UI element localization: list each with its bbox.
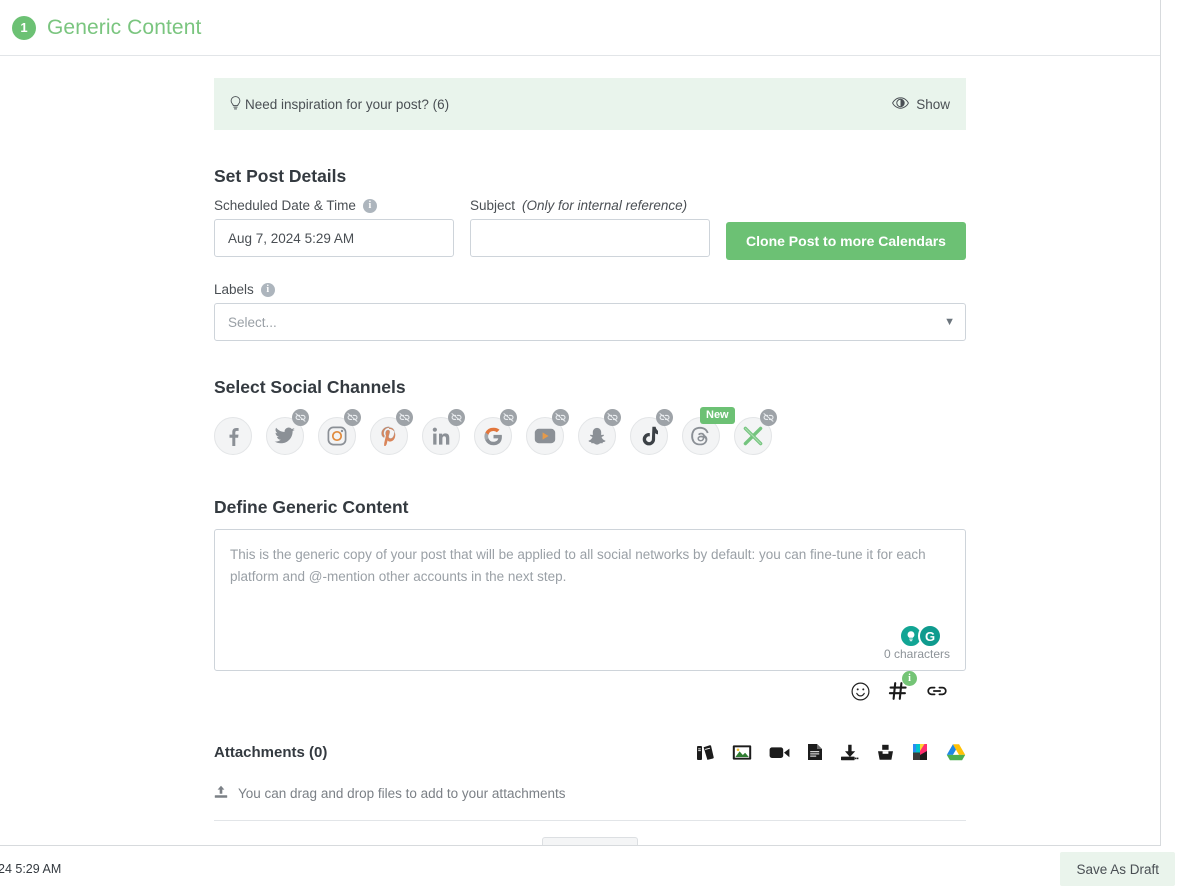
media-library-icon[interactable] [696, 744, 715, 761]
unlink-badge-icon[interactable] [396, 409, 413, 426]
post-composer-modal: 1 Generic Content Need inspiration for y… [0, 0, 1161, 846]
content-heading: Define Generic Content [214, 497, 966, 518]
unlink-badge-icon[interactable] [292, 409, 309, 426]
social-channel-google[interactable] [474, 409, 526, 461]
labels-placeholder: Select... [228, 315, 277, 330]
subject-note: (Only for internal reference) [522, 198, 687, 213]
social-channel-linkedin[interactable] [422, 409, 474, 461]
drag-drop-text: You can drag and drop files to add to yo… [238, 786, 565, 801]
show-label: Show [916, 97, 950, 112]
labels-label: Labels i [214, 282, 966, 297]
social-channel-instagram[interactable] [318, 409, 370, 461]
attachments-row: Attachments (0) [214, 743, 966, 761]
attachments-title: Attachments (0) [214, 744, 327, 761]
hashtag-info-badge: i [902, 671, 917, 686]
download-icon[interactable] [840, 744, 859, 761]
subject-input[interactable] [470, 219, 710, 257]
scheduled-date-input[interactable]: Aug 7, 2024 5:29 AM [214, 219, 454, 257]
image-icon[interactable] [732, 744, 752, 761]
lightbulb-icon [230, 96, 241, 113]
social-channel-threads[interactable]: New [682, 409, 734, 461]
labels-block: Labels i Select... ▼ [214, 282, 966, 341]
next-button[interactable]: Next i [542, 837, 638, 846]
unlink-badge-icon[interactable] [500, 409, 517, 426]
social-channel-snapchat[interactable] [578, 409, 630, 461]
post-details-heading: Set Post Details [214, 166, 966, 187]
content-placeholder: This is the generic copy of your post th… [230, 544, 950, 588]
unlink-badge-icon[interactable] [760, 409, 777, 426]
page-title: Generic Content [47, 16, 201, 40]
generic-content-textarea[interactable]: This is the generic copy of your post th… [214, 529, 966, 671]
editor-toolbar: i [214, 681, 966, 705]
upload-icon [214, 785, 228, 802]
inspiration-text: Need inspiration for your post? (6) [245, 97, 449, 112]
unlink-badge-icon[interactable] [448, 409, 465, 426]
attachment-buttons [696, 743, 966, 761]
step-number-badge: 1 [12, 16, 36, 40]
social-channel-list: New [214, 409, 966, 461]
unlink-badge-icon[interactable] [656, 409, 673, 426]
assistant-badges: G [899, 624, 942, 648]
google-drive-icon[interactable] [946, 743, 966, 761]
social-channels-heading: Select Social Channels [214, 377, 966, 398]
social-channel-twitter[interactable] [266, 409, 318, 461]
hashtag-tool-icon[interactable]: i [888, 681, 908, 705]
social-channel-pinterest[interactable] [370, 409, 422, 461]
scheduled-date-label-text: Scheduled Date & Time [214, 198, 356, 213]
unlink-badge-icon[interactable] [344, 409, 361, 426]
subject-col: Subject (Only for internal reference) [470, 198, 710, 257]
social-channel-bluesky[interactable] [734, 409, 786, 461]
next-wrap: Next i [214, 837, 966, 846]
subject-label: Subject (Only for internal reference) [470, 198, 710, 213]
unlink-badge-icon[interactable] [552, 409, 569, 426]
info-icon[interactable]: i [261, 283, 275, 297]
footer-bar: 24 5:29 AM Save As Draft [0, 846, 1185, 891]
info-icon[interactable]: i [363, 199, 377, 213]
chevron-down-icon: ▼ [944, 316, 955, 328]
document-icon[interactable] [807, 743, 823, 761]
video-icon[interactable] [769, 745, 790, 760]
clone-post-button[interactable]: Clone Post to more Calendars [726, 222, 966, 260]
footer-timestamp: 24 5:29 AM [0, 862, 61, 876]
new-badge: New [700, 407, 735, 424]
grammarly-badge[interactable]: G [918, 624, 942, 648]
unlink-badge-icon[interactable] [604, 409, 621, 426]
save-as-draft-button[interactable]: Save As Draft [1060, 852, 1175, 886]
character-count: 0 characters [884, 647, 950, 661]
labels-select[interactable]: Select... ▼ [214, 303, 966, 341]
inspiration-banner: Need inspiration for your post? (6) Show [214, 78, 966, 130]
emoji-picker-icon[interactable] [851, 682, 870, 705]
social-channel-youtube[interactable] [526, 409, 578, 461]
subject-label-text: Subject [470, 198, 515, 213]
scheduled-date-label: Scheduled Date & Time i [214, 198, 454, 213]
link-shortener-icon[interactable] [926, 683, 948, 703]
social-channel-tiktok[interactable] [630, 409, 682, 461]
show-inspiration-button[interactable]: Show [892, 97, 950, 112]
labels-label-text: Labels [214, 282, 254, 297]
facebook-icon [214, 417, 252, 455]
eye-icon [892, 97, 909, 112]
step-header: 1 Generic Content [0, 0, 1160, 56]
drag-drop-hint: You can drag and drop files to add to yo… [214, 785, 966, 821]
post-details-row: Scheduled Date & Time i Aug 7, 2024 5:29… [214, 198, 966, 260]
social-channel-facebook[interactable] [214, 409, 266, 461]
date-col: Scheduled Date & Time i Aug 7, 2024 5:29… [214, 198, 454, 257]
canva-icon[interactable] [912, 743, 929, 761]
upload-box-icon[interactable] [876, 744, 895, 761]
